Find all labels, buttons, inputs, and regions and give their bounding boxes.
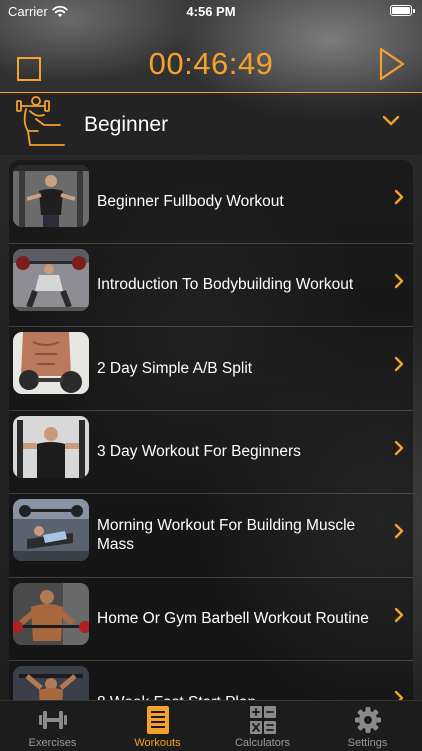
dumbbell-icon — [39, 711, 67, 729]
workout-thumbnail — [13, 248, 89, 311]
workout-thumbnail — [13, 332, 89, 394]
workout-title: Morning Workout For Building Muscle Mass — [97, 517, 356, 554]
workout-title: Beginner Fullbody Workout — [97, 192, 284, 210]
chevron-right-icon — [394, 440, 404, 455]
chevron-right-icon — [394, 523, 404, 539]
play-button[interactable] — [378, 46, 406, 82]
tab-label: Settings — [347, 737, 388, 749]
tab-settings[interactable]: Settings — [315, 701, 420, 751]
timer-bar: 00:46:49 — [0, 40, 422, 92]
workout-title: 2 Day Simple A/B Split — [97, 359, 253, 377]
workout-thumbnail — [13, 666, 89, 700]
battery-icon — [390, 5, 415, 16]
category-title: Beginner — [84, 113, 169, 136]
gear-icon — [355, 707, 381, 733]
clipboard-list-icon — [147, 706, 169, 734]
workout-row[interactable]: 8 Week Fast Start Plan — [9, 661, 413, 700]
chevron-down-icon[interactable] — [382, 115, 400, 127]
status-time: 4:56 PM — [186, 4, 236, 19]
bicep-curl-icon — [16, 96, 65, 146]
workout-timer: 00:46:49 — [148, 46, 274, 81]
chevron-right-icon — [394, 273, 404, 288]
workout-thumbnail — [13, 165, 89, 227]
workout-row[interactable]: Introduction To Bodybuilding Workout — [9, 244, 413, 327]
workout-row[interactable]: Morning Workout For Building Muscle Mass — [9, 494, 413, 578]
workout-row[interactable]: 2 Day Simple A/B Split — [9, 327, 413, 411]
chevron-right-icon — [394, 607, 404, 622]
workout-title: 3 Day Workout For Beginners — [97, 443, 301, 461]
workout-title: Introduction To Bodybuilding Workout — [97, 276, 354, 294]
workout-row[interactable]: Beginner Fullbody Workout — [9, 160, 413, 244]
chevron-right-icon — [394, 690, 404, 700]
tab-exercises[interactable]: Exercises — [0, 701, 105, 751]
workout-list: Beginner Fullbody Workout Introduction T… — [9, 160, 413, 700]
workout-thumbnail — [13, 415, 89, 478]
workout-title: Home Or Gym Barbell Workout Routine — [97, 610, 369, 628]
workout-thumbnail — [13, 582, 89, 645]
tab-workouts[interactable]: Workouts — [105, 701, 210, 751]
tab-label: Workouts — [134, 737, 181, 749]
tab-label: Calculators — [234, 737, 291, 749]
calculator-icon — [250, 706, 276, 734]
workout-thumbnail — [13, 499, 89, 561]
tab-calculators[interactable]: Calculators — [210, 701, 315, 751]
chevron-right-icon — [394, 356, 404, 372]
workout-row[interactable]: Home Or Gym Barbell Workout Routine — [9, 578, 413, 661]
category-selector[interactable]: Beginner — [0, 93, 422, 155]
tab-label: Exercises — [28, 737, 77, 749]
workout-title: 8 Week Fast Start Plan — [97, 661, 371, 700]
tab-bar: Exercises Workouts Calculators Settings — [0, 700, 422, 751]
workout-row[interactable]: 3 Day Workout For Beginners — [9, 411, 413, 494]
status-bar: Carrier 4:56 PM — [0, 0, 422, 24]
chevron-right-icon — [394, 189, 404, 205]
